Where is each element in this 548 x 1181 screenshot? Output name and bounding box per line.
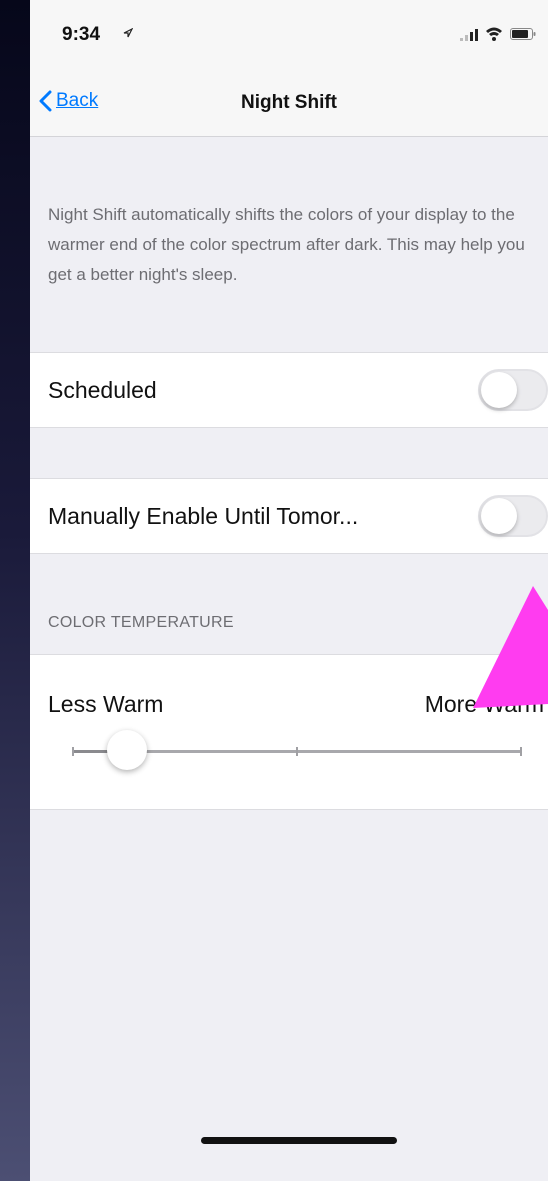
scheduled-label: Scheduled (48, 377, 157, 403)
page-title: Night Shift (240, 92, 338, 113)
phone-screen: 9:34 Back Night Shift Night Shift automa… (30, 0, 548, 1181)
manual-enable-label: Manually Enable Until Tomor... (48, 503, 359, 529)
less-warm-label: Less Warm (48, 691, 164, 717)
color-temperature-header: COLOR TEMPERATURE (48, 614, 234, 631)
toggle-knob (481, 498, 517, 534)
toggle-knob (481, 372, 517, 408)
scheduled-row[interactable]: Scheduled (30, 352, 548, 428)
battery-icon (510, 28, 536, 40)
manual-enable-toggle[interactable] (478, 495, 548, 537)
night-shift-description: Night Shift automatically shifts the col… (48, 205, 525, 284)
home-indicator[interactable] (201, 1137, 397, 1144)
color-temperature-slider-thumb[interactable] (106, 730, 147, 770)
navigation-bar: Back Night Shift (30, 70, 548, 137)
slider-tick-max (520, 747, 522, 756)
wifi-icon (486, 27, 502, 41)
manual-enable-row[interactable]: Manually Enable Until Tomor... (30, 478, 548, 554)
signal-icon (460, 29, 478, 41)
status-time: 9:34 (62, 24, 101, 45)
scheduled-toggle[interactable] (478, 369, 548, 411)
status-bar: 9:34 (30, 0, 548, 70)
location-arrow-icon (123, 28, 133, 38)
slider-tick-mid (296, 747, 298, 756)
more-warm-label: More Warm (424, 691, 544, 717)
color-temperature-row: Less Warm More Warm (30, 654, 548, 810)
slider-tick-min (72, 747, 74, 756)
